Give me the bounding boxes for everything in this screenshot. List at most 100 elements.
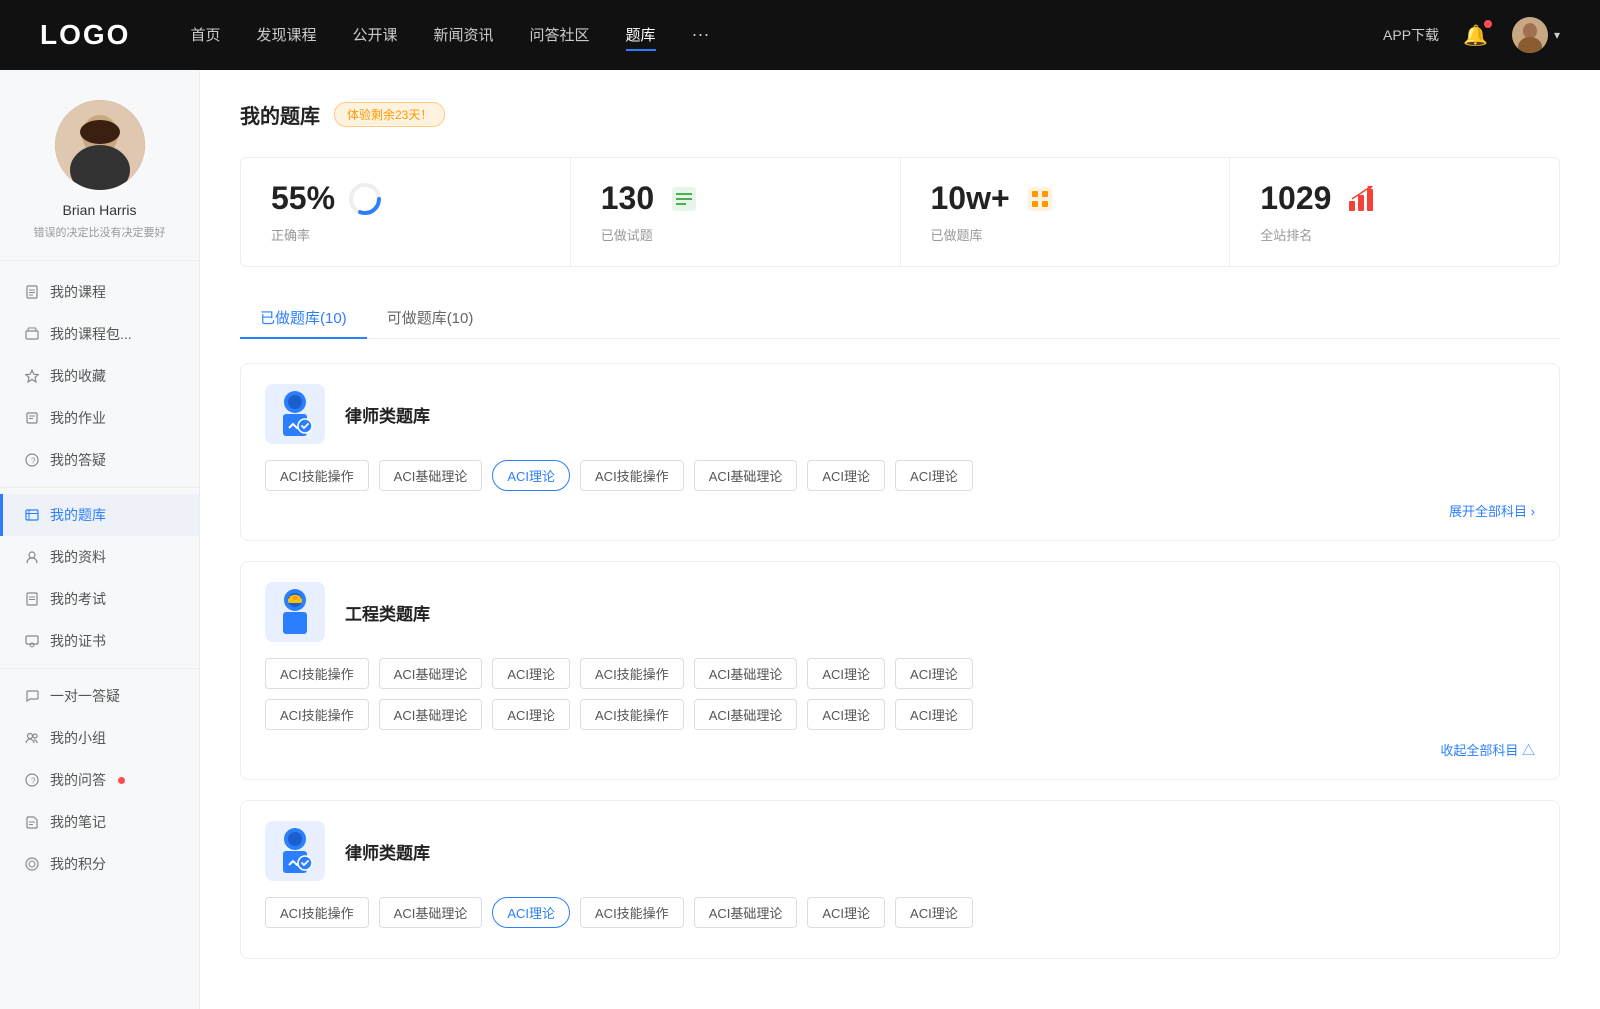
nav-qa[interactable]: 问答社区	[530, 20, 590, 51]
sidebar-item-my-qa[interactable]: ? 我的问答	[0, 759, 199, 801]
sidebar-item-homework[interactable]: 我的作业	[0, 397, 199, 439]
tag[interactable]: ACI技能操作	[580, 658, 684, 689]
nav-discover[interactable]: 发现课程	[256, 20, 316, 51]
tag[interactable]: ACI理论	[895, 897, 973, 928]
tag[interactable]: ACI理论	[807, 699, 885, 730]
tag[interactable]: ACI技能操作	[265, 699, 369, 730]
tag[interactable]: ACI技能操作	[580, 897, 684, 928]
tag[interactable]: ACI理论	[895, 658, 973, 689]
stat-value: 130	[601, 180, 654, 217]
sidebar-item-label: 我的题库	[50, 505, 106, 525]
tags-row: ACI技能操作 ACI基础理论 ACI理论 ACI技能操作 ACI基础理论 AC…	[265, 460, 1535, 491]
bank-header: 律师类题库	[265, 821, 1535, 881]
tag[interactable]: ACI理论	[895, 460, 973, 491]
profile-icon	[24, 549, 40, 565]
tag-active[interactable]: ACI理论	[492, 460, 570, 491]
profile-section: Brian Harris 错误的决定比没有决定要好	[0, 70, 199, 261]
tag[interactable]: ACI基础理论	[694, 699, 798, 730]
sidebar-item-certificate[interactable]: 我的证书	[0, 620, 199, 662]
nav-question-bank[interactable]: 题库	[626, 20, 656, 51]
stat-label: 已做题库	[931, 225, 1200, 244]
star-icon	[24, 368, 40, 384]
my-question-icon: ?	[24, 772, 40, 788]
course-pack-icon	[24, 326, 40, 342]
certificate-icon	[24, 633, 40, 649]
logo[interactable]: LOGO	[40, 19, 130, 51]
sidebar-item-question-bank[interactable]: 我的题库	[0, 494, 199, 536]
notification-bell[interactable]: 🔔	[1463, 23, 1488, 48]
bank-icon-engineer	[265, 582, 325, 642]
tag[interactable]: ACI基础理论	[694, 897, 798, 928]
expand-button[interactable]: 展开全部科目 ›	[1449, 501, 1535, 520]
tags-row-2: ACI技能操作 ACI基础理论 ACI理论 ACI技能操作 ACI基础理论 AC…	[265, 699, 1535, 730]
stat-label: 已做试题	[601, 225, 870, 244]
collapse-button[interactable]: 收起全部科目 △	[1440, 740, 1535, 759]
bank-section-lawyer-1: 律师类题库 ACI技能操作 ACI基础理论 ACI理论 ACI技能操作 ACI基…	[240, 363, 1560, 541]
sidebar-menu: 我的课程 我的课程包... 我的收藏 我的作业	[0, 261, 199, 895]
sidebar-item-my-course[interactable]: 我的课程	[0, 271, 199, 313]
nav-more[interactable]: ···	[692, 20, 710, 51]
notification-badge	[1484, 20, 1492, 28]
stat-top: 130	[601, 180, 870, 217]
tag[interactable]: ACI技能操作	[580, 460, 684, 491]
nav-home[interactable]: 首页	[190, 20, 220, 51]
tag[interactable]: ACI理论	[895, 699, 973, 730]
notes-icon	[24, 814, 40, 830]
banks-icon	[1022, 181, 1058, 217]
menu-divider-1	[0, 487, 199, 488]
tag[interactable]: ACI基础理论	[694, 658, 798, 689]
sidebar-item-label: 我的笔记	[50, 812, 106, 832]
questions-icon	[666, 181, 702, 217]
sidebar-item-exam[interactable]: 我的考试	[0, 578, 199, 620]
sidebar-item-label: 我的答疑	[50, 450, 106, 470]
tag[interactable]: ACI基础理论	[379, 699, 483, 730]
sidebar-item-label: 我的课程包...	[50, 324, 132, 344]
sidebar-item-qa[interactable]: ? 我的答疑	[0, 439, 199, 481]
svg-text:?: ?	[31, 777, 36, 786]
tag[interactable]: ACI技能操作	[265, 897, 369, 928]
sidebar-item-label: 我的收藏	[50, 366, 106, 386]
header-right: APP下载 🔔 ▾	[1383, 17, 1560, 53]
sidebar-item-favorites[interactable]: 我的收藏	[0, 355, 199, 397]
app-download-link[interactable]: APP下载	[1383, 25, 1439, 45]
bank-title: 律师类题库	[345, 402, 430, 427]
nav-news[interactable]: 新闻资讯	[434, 20, 494, 51]
tag[interactable]: ACI理论	[492, 699, 570, 730]
accuracy-icon	[347, 181, 383, 217]
bank-section-lawyer-2: 律师类题库 ACI技能操作 ACI基础理论 ACI理论 ACI技能操作 ACI基…	[240, 800, 1560, 959]
tag[interactable]: ACI理论	[807, 658, 885, 689]
svg-text:?: ?	[31, 457, 36, 466]
sidebar-item-tutoring[interactable]: 一对一答疑	[0, 675, 199, 717]
menu-divider-2	[0, 668, 199, 669]
user-menu[interactable]: ▾	[1512, 17, 1560, 53]
sidebar-item-notes[interactable]: 我的笔记	[0, 801, 199, 843]
bank-section-engineer: 工程类题库 ACI技能操作 ACI基础理论 ACI理论 ACI技能操作 ACI基…	[240, 561, 1560, 780]
tag-active[interactable]: ACI理论	[492, 897, 570, 928]
sidebar-item-profile[interactable]: 我的资料	[0, 536, 199, 578]
bank-title: 工程类题库	[345, 600, 430, 625]
tag[interactable]: ACI理论	[492, 658, 570, 689]
stat-top: 1029	[1260, 180, 1529, 217]
tag[interactable]: ACI理论	[807, 460, 885, 491]
tab-done-banks[interactable]: 已做题库(10)	[240, 297, 367, 338]
bank-header: 工程类题库	[265, 582, 1535, 642]
tag[interactable]: ACI技能操作	[265, 460, 369, 491]
tab-available-banks[interactable]: 可做题库(10)	[367, 297, 494, 338]
tag[interactable]: ACI基础理论	[379, 658, 483, 689]
tag[interactable]: ACI基础理论	[379, 897, 483, 928]
sidebar-item-course-pack[interactable]: 我的课程包...	[0, 313, 199, 355]
sidebar-item-label: 我的积分	[50, 854, 106, 874]
nav-open-course[interactable]: 公开课	[352, 20, 397, 51]
sidebar-item-points[interactable]: 我的积分	[0, 843, 199, 885]
tag[interactable]: ACI理论	[807, 897, 885, 928]
sidebar-item-group[interactable]: 我的小组	[0, 717, 199, 759]
stat-accuracy: 55% 正确率	[241, 158, 571, 266]
tag[interactable]: ACI技能操作	[265, 658, 369, 689]
tag[interactable]: ACI技能操作	[580, 699, 684, 730]
sidebar-item-label: 我的考试	[50, 589, 106, 609]
tag[interactable]: ACI基础理论	[694, 460, 798, 491]
main-nav: 首页 发现课程 公开课 新闻资讯 问答社区 题库 ···	[190, 20, 1383, 51]
tag[interactable]: ACI基础理论	[379, 460, 483, 491]
group-icon	[24, 730, 40, 746]
stats-row: 55% 正确率 130	[240, 157, 1560, 267]
